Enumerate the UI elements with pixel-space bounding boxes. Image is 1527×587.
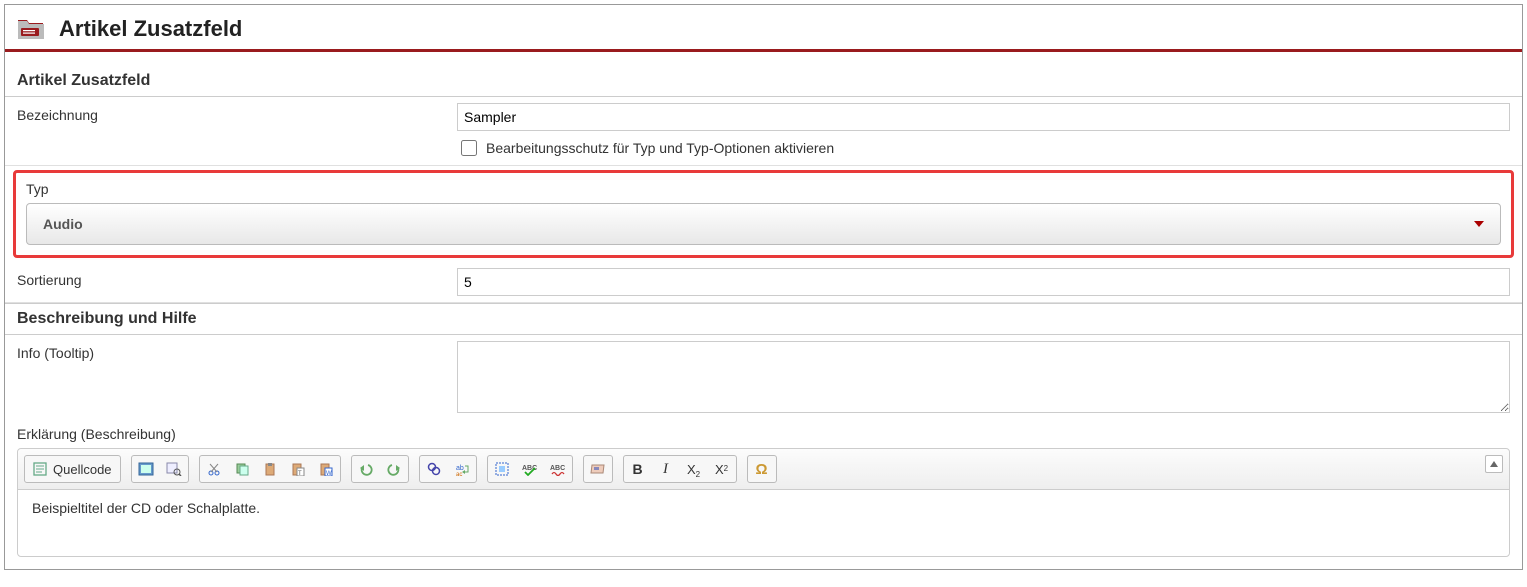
page-header: Artikel Zusatzfeld [5,5,1522,49]
svg-text:W: W [326,471,332,476]
paste-text-button[interactable]: T [284,456,312,482]
bezeichnung-input[interactable] [457,103,1510,131]
source-label: Quellcode [53,462,112,477]
section-title-2: Beschreibung und Hilfe [5,303,1522,335]
svg-text:T: T [298,471,302,476]
svg-text:ABC: ABC [550,465,565,472]
folder-icon [17,15,45,43]
preview-button[interactable] [132,456,160,482]
section-title-1: Artikel Zusatzfeld [5,66,1522,97]
typ-value: Audio [43,216,83,232]
paste-word-button[interactable]: W [312,456,340,482]
lock-checkbox[interactable] [461,140,477,156]
paste-button[interactable] [256,456,284,482]
sortierung-input[interactable] [457,268,1510,296]
row-bezeichnung: Bezeichnung Bearbeitungsschutz für Typ u… [5,97,1522,166]
search-template-button[interactable] [160,456,188,482]
specialchar-button[interactable]: Ω [748,456,776,482]
superscript-button[interactable]: X2 [708,456,736,482]
removeformat-button[interactable] [584,456,612,482]
redo-button[interactable] [380,456,408,482]
page-title: Artikel Zusatzfeld [59,16,242,42]
bold-button[interactable]: B [624,456,652,482]
richtext-editor: Quellcode T W abac [17,448,1510,557]
subscript-button[interactable]: X2 [680,456,708,482]
typ-highlight: Typ Audio [13,170,1514,258]
info-textarea[interactable] [457,341,1510,413]
lock-checkbox-label: Bearbeitungsschutz für Typ und Typ-Optio… [486,140,834,156]
editor-content[interactable]: Beispieltitel der CD oder Schalplatte. [18,490,1509,556]
triangle-up-icon [1490,461,1498,467]
undo-button[interactable] [352,456,380,482]
editor-text: Beispieltitel der CD oder Schalplatte. [32,500,260,516]
source-button[interactable]: Quellcode [25,456,120,482]
typ-dropdown[interactable]: Audio [26,203,1501,245]
italic-button[interactable]: I [652,456,680,482]
label-bezeichnung: Bezeichnung [17,103,457,123]
copy-button[interactable] [228,456,256,482]
replace-button[interactable]: abac [448,456,476,482]
label-sortierung: Sortierung [17,268,457,288]
row-sortierung: Sortierung [5,262,1522,303]
row-info: Info (Tooltip) [5,335,1522,422]
chevron-down-icon [1474,221,1484,227]
collapse-toolbar-button[interactable] [1485,455,1503,473]
editor-toolbar: Quellcode T W abac [18,449,1509,490]
selectall-button[interactable] [488,456,516,482]
label-info: Info (Tooltip) [17,341,457,361]
svg-text:ab: ab [456,465,464,472]
header-divider [5,49,1522,52]
spellcheck-button[interactable]: ABC [516,456,544,482]
svg-text:ac: ac [456,472,462,476]
label-typ: Typ [26,181,1501,197]
cut-button[interactable] [200,456,228,482]
page-panel: Artikel Zusatzfeld Artikel Zusatzfeld Be… [4,4,1523,570]
find-button[interactable] [420,456,448,482]
spellcheck-toggle-button[interactable]: ABC [544,456,572,482]
label-erklaerung: Erklärung (Beschreibung) [5,422,1522,444]
